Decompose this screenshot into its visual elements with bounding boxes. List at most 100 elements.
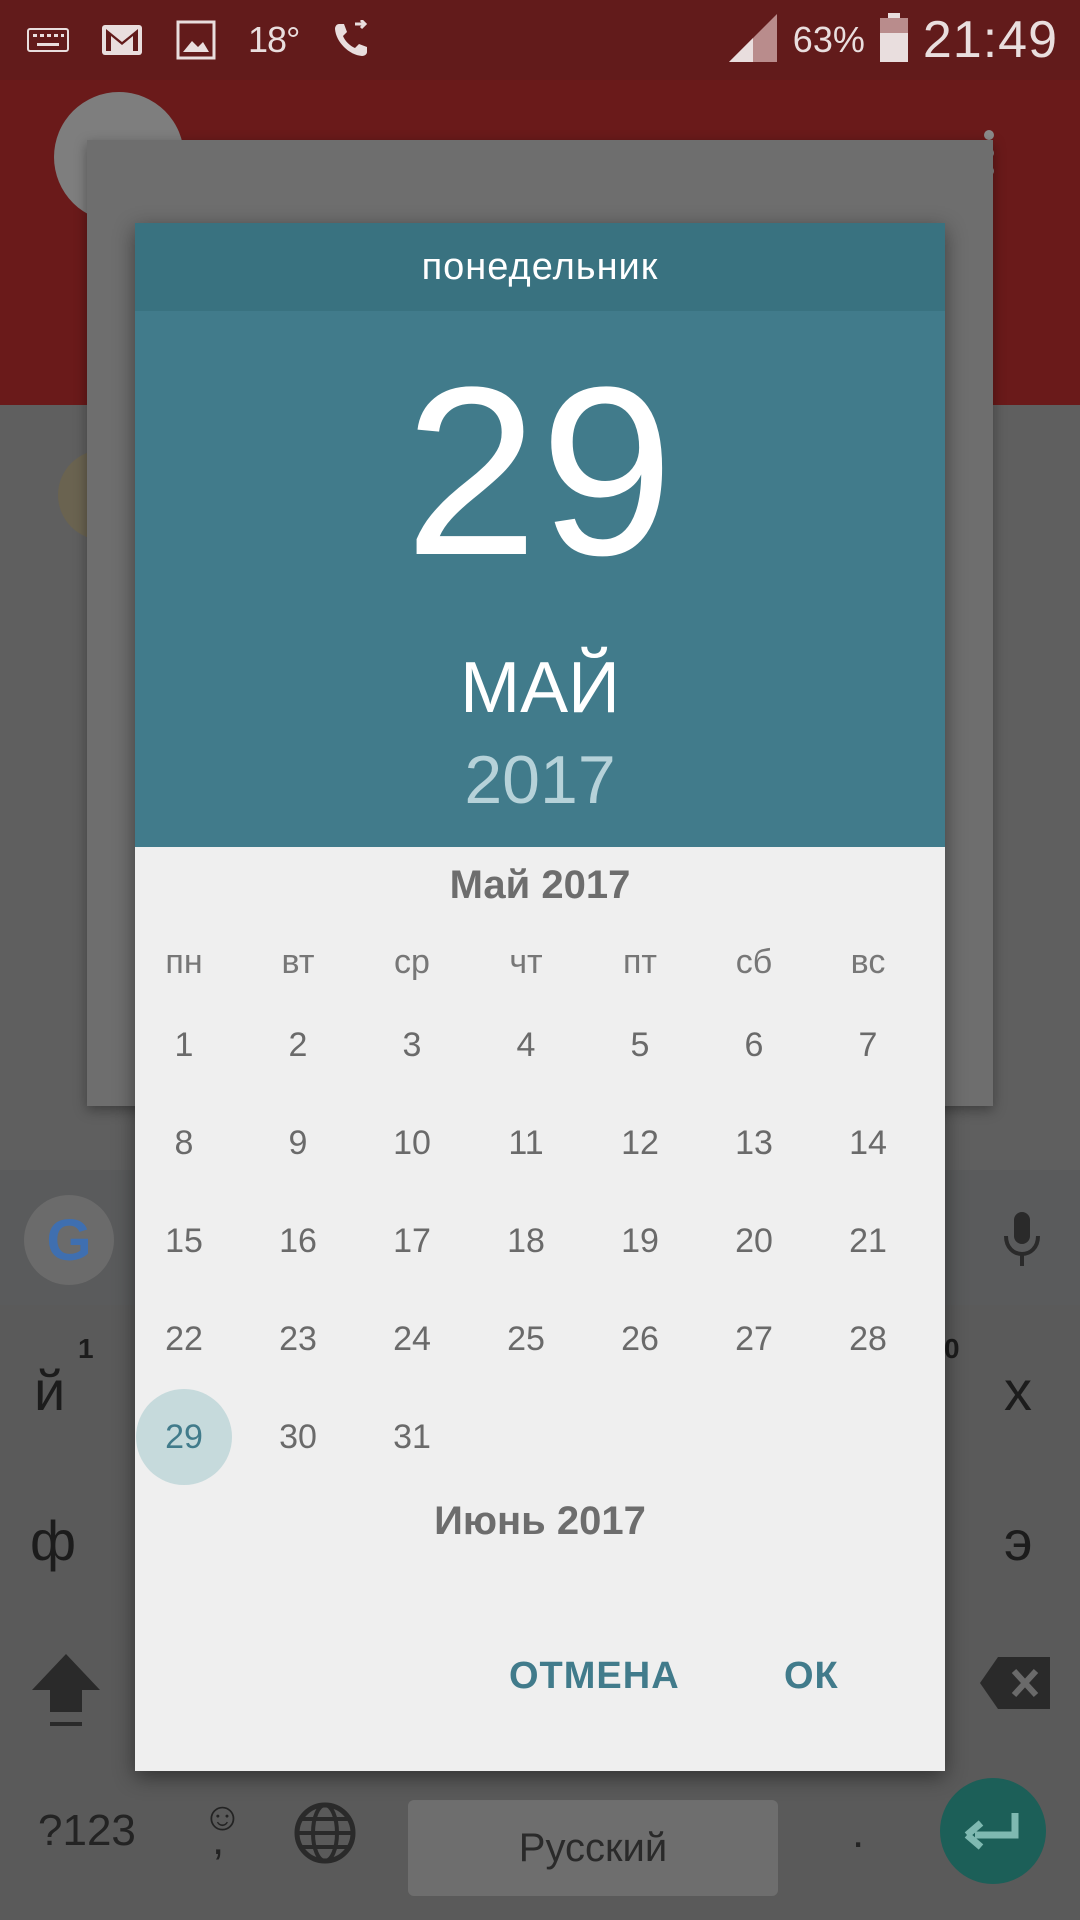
calendar-day-label: 20 (735, 1221, 773, 1260)
calendar-day[interactable]: 25 (469, 1291, 583, 1387)
calendar-day[interactable]: 9 (241, 1095, 355, 1191)
calendar-day[interactable]: 30 (241, 1389, 355, 1485)
weekday-label: ср (394, 943, 430, 981)
calendar-month-title: Май 2017 (449, 863, 631, 907)
calendar-day-label: 8 (174, 1123, 194, 1162)
shift-icon[interactable] (30, 1650, 102, 1730)
weather-temperature: 18° (248, 19, 300, 60)
calendar-day-label: 7 (858, 1025, 878, 1064)
calendar-day-label: 23 (279, 1319, 317, 1358)
symbols-key[interactable]: ?123 (38, 1806, 136, 1856)
header-month[interactable]: МАЙ (135, 647, 945, 729)
weekday-label: пн (165, 943, 203, 981)
backspace-icon[interactable] (978, 1655, 1052, 1711)
calendar-day-label: 22 (165, 1319, 203, 1358)
calendar-day[interactable]: 6 (697, 997, 811, 1093)
calendar-day-label: 11 (508, 1123, 544, 1162)
ok-button[interactable]: ОК (784, 1626, 839, 1726)
calendar-day-label: 3 (402, 1025, 422, 1064)
calendar-day[interactable]: 17 (355, 1193, 469, 1289)
calendar-day-label: 14 (849, 1123, 887, 1162)
calendar-day-label: 16 (279, 1221, 317, 1260)
calendar-day[interactable]: 15 (135, 1193, 241, 1289)
weekday-header-row: пн вт ср чт пт сб вс (135, 943, 945, 1003)
calendar-day-label: 12 (621, 1123, 659, 1162)
calendar-day[interactable]: 18 (469, 1193, 583, 1289)
battery-percent: 63% (792, 19, 865, 60)
calendar-day-label: 31 (393, 1417, 431, 1456)
calendar-day[interactable]: 16 (241, 1193, 355, 1289)
calendar-day[interactable]: 2 (241, 997, 355, 1093)
calendar-day-label: 18 (507, 1221, 545, 1260)
key-letter[interactable]: х (1004, 1358, 1032, 1423)
calendar-day-label: 27 (735, 1319, 773, 1358)
calendar-day[interactable]: 7 (811, 997, 925, 1093)
calendar-day[interactable]: 26 (583, 1291, 697, 1387)
weekday-label: вт (281, 943, 315, 981)
gmail-icon (100, 20, 144, 60)
comma-key[interactable]: , (212, 1815, 224, 1865)
keyboard-icon (26, 20, 70, 60)
key-letter[interactable]: й (34, 1358, 65, 1423)
calendar-day[interactable]: 10 (355, 1095, 469, 1191)
key-hint: 1 (78, 1333, 94, 1364)
calendar-day-label: 26 (621, 1319, 659, 1358)
weekday-label: сб (735, 943, 773, 981)
calendar-day[interactable]: 19 (583, 1193, 697, 1289)
cancel-button[interactable]: ОТМЕНА (509, 1626, 680, 1726)
weekday-label: чт (509, 943, 543, 981)
weekday-label: вс (850, 943, 886, 981)
space-key[interactable]: Русский (408, 1800, 778, 1896)
calendar-day-label: 5 (630, 1025, 650, 1064)
calendar-day[interactable]: 5 (583, 997, 697, 1093)
calendar-day-label: 13 (735, 1123, 773, 1162)
calendar-day-label: 10 (393, 1123, 431, 1162)
calendar-day-label: 2 (288, 1025, 308, 1064)
calendar-day[interactable]: 27 (697, 1291, 811, 1387)
call-forward-icon (329, 20, 373, 60)
calendar-day[interactable]: 13 (697, 1095, 811, 1191)
key-letter[interactable]: ф (30, 1508, 76, 1573)
calendar-day[interactable]: 11 (469, 1095, 583, 1191)
next-month-title: Июнь 2017 (434, 1499, 646, 1543)
enter-key[interactable] (940, 1778, 1046, 1884)
enter-icon (964, 1813, 1019, 1850)
calendar-day[interactable]: 14 (811, 1095, 925, 1191)
calendar-day-label: 4 (516, 1025, 536, 1064)
key-letter[interactable]: э (1004, 1508, 1033, 1573)
calendar-day-label: 1 (174, 1025, 194, 1064)
dialog-actions: ОТМЕНА ОК (135, 1626, 945, 1726)
period-key[interactable]: . (852, 1808, 864, 1858)
clock: 21:49 (922, 11, 1058, 69)
battery-icon (879, 12, 909, 68)
status-bar: 18° 63% 21:49 (0, 0, 1080, 80)
calendar-day[interactable]: 31 (355, 1389, 469, 1485)
microphone-icon (1002, 1210, 1042, 1270)
calendar-day-label: 19 (621, 1221, 659, 1260)
calendar-day[interactable]: 23 (241, 1291, 355, 1387)
calendar-day-label: 21 (849, 1221, 887, 1260)
calendar-day[interactable]: 28 (811, 1291, 925, 1387)
calendar-day-label: 15 (165, 1221, 203, 1260)
date-picker-header: 29 МАЙ 2017 (135, 311, 945, 847)
calendar-day[interactable]: 3 (355, 997, 469, 1093)
calendar-day-label: 24 (393, 1319, 431, 1358)
header-year[interactable]: 2017 (135, 741, 945, 819)
calendar-day[interactable]: 4 (469, 997, 583, 1093)
calendar-day[interactable]: 1 (135, 997, 241, 1093)
calendar-day[interactable]: 22 (135, 1291, 241, 1387)
signal-icon (727, 12, 779, 69)
header-day[interactable]: 29 (135, 351, 945, 591)
globe-icon[interactable] (294, 1802, 356, 1864)
calendar-day[interactable]: 8 (135, 1095, 241, 1191)
calendar-day[interactable]: 21 (811, 1193, 925, 1289)
calendar-day-label: 30 (279, 1417, 317, 1456)
calendar-day-label: 9 (288, 1123, 308, 1162)
weekday-label: пт (623, 943, 657, 981)
calendar-day[interactable]: 24 (355, 1291, 469, 1387)
calendar-day-label: 6 (744, 1025, 764, 1064)
calendar-day-selected[interactable]: 29 (135, 1389, 241, 1485)
calendar-day-label: 17 (393, 1221, 431, 1260)
calendar-day[interactable]: 12 (583, 1095, 697, 1191)
calendar-day[interactable]: 20 (697, 1193, 811, 1289)
